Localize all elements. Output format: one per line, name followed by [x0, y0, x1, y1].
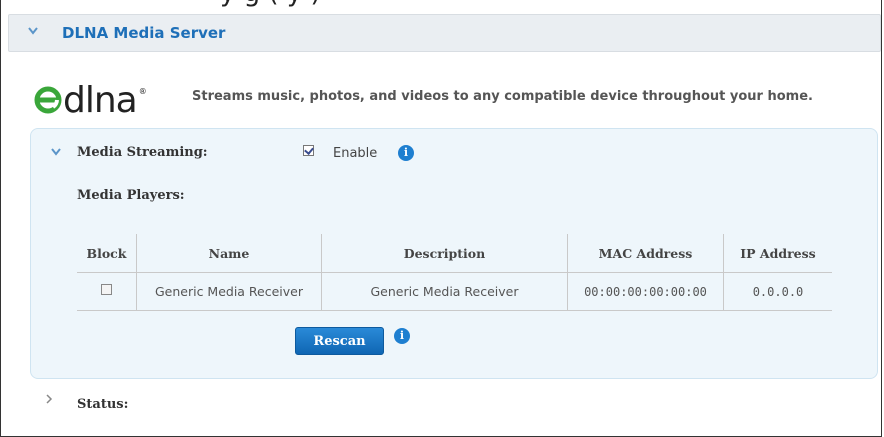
- column-header-name: Name: [136, 234, 322, 273]
- tagline: Streams music, photos, and videos to any…: [192, 89, 813, 104]
- section-header-dlna[interactable]: DLNA Media Server: [8, 14, 881, 52]
- info-icon[interactable]: i: [394, 328, 410, 344]
- chevron-down-icon[interactable]: [27, 25, 39, 37]
- media-streaming-label: Media Streaming:: [77, 145, 208, 160]
- table-row: Generic Media Receiver Generic Media Rec…: [77, 272, 832, 311]
- rescan-button[interactable]: Rescan: [295, 327, 384, 355]
- chevron-right-icon[interactable]: [45, 393, 53, 405]
- status-label: Status:: [77, 397, 129, 412]
- ip-cell: 0.0.0.0: [723, 272, 832, 311]
- dlna-logo-icon: [34, 86, 62, 114]
- block-cell: [77, 272, 137, 311]
- column-header-mac: MAC Address: [567, 234, 724, 273]
- enable-label: Enable: [333, 146, 378, 161]
- column-header-block: Block: [77, 234, 137, 273]
- media-players-label: Media Players:: [77, 188, 185, 203]
- table-header-row: Block Name Description MAC Address IP Ad…: [77, 234, 832, 273]
- name-cell: Generic Media Receiver: [136, 272, 322, 311]
- mac-cell: 00:00:00:00:00:00: [567, 272, 724, 311]
- column-header-description: Description: [321, 234, 568, 273]
- dlna-logo: dlna ®: [33, 77, 147, 121]
- block-checkbox[interactable]: [101, 284, 112, 295]
- section-title: DLNA Media Server: [62, 24, 226, 42]
- logo-text: dlna: [63, 80, 138, 121]
- column-header-ip: IP Address: [723, 234, 832, 273]
- info-icon[interactable]: i: [398, 145, 414, 161]
- description-cell: Generic Media Receiver: [321, 272, 568, 311]
- logo-registered-mark: ®: [138, 87, 147, 96]
- enable-checkbox[interactable]: [303, 145, 314, 156]
- media-players-table: Block Name Description MAC Address IP Ad…: [77, 234, 832, 311]
- cropped-heading-text: y g ( y ): [220, 0, 321, 8]
- chevron-down-icon[interactable]: [50, 147, 62, 157]
